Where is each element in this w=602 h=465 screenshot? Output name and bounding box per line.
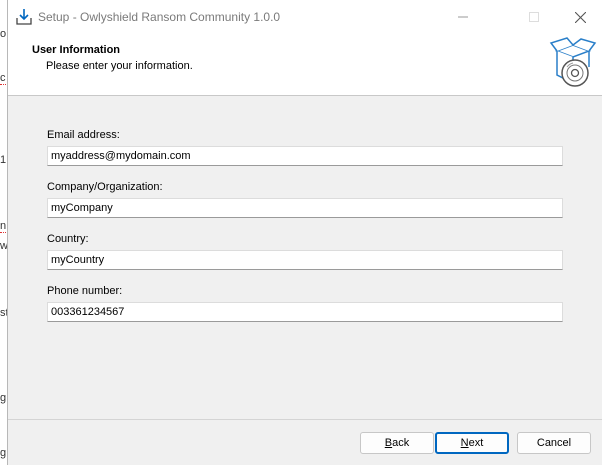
install-box-disc-icon bbox=[549, 37, 597, 87]
cancel-button[interactable]: Cancel bbox=[517, 432, 591, 454]
close-icon bbox=[574, 11, 586, 23]
wizard-header: User Information Please enter your infor… bbox=[8, 34, 602, 96]
cancel-button-label: Cancel bbox=[536, 437, 572, 449]
country-field[interactable] bbox=[47, 250, 563, 270]
minimize-button[interactable] bbox=[440, 0, 486, 34]
email-field[interactable] bbox=[47, 146, 563, 166]
footer-divider bbox=[8, 419, 602, 420]
next-button-label: Next bbox=[460, 437, 484, 449]
background-text-fragment: 1 bbox=[0, 154, 7, 166]
background-text-fragment: n bbox=[0, 220, 7, 233]
background-text-fragment: g bbox=[0, 392, 7, 404]
window-title: Setup - Owlyshield Ransom Community 1.0.… bbox=[38, 10, 281, 24]
phone-field[interactable] bbox=[47, 302, 563, 322]
page-subtitle: Please enter your information. bbox=[46, 60, 193, 72]
setup-download-icon bbox=[16, 9, 32, 25]
minimize-icon bbox=[458, 16, 468, 18]
company-field[interactable] bbox=[47, 198, 563, 218]
maximize-button[interactable] bbox=[511, 0, 557, 34]
title-bar[interactable]: Setup - Owlyshield Ransom Community 1.0.… bbox=[8, 0, 602, 34]
next-button[interactable]: Next bbox=[435, 432, 509, 454]
back-button[interactable]: Back bbox=[360, 432, 434, 454]
maximize-icon bbox=[529, 12, 539, 22]
country-label: Country: bbox=[47, 233, 89, 245]
close-button[interactable] bbox=[557, 0, 602, 34]
background-text-fragment: c bbox=[0, 72, 6, 85]
back-button-label: Back bbox=[384, 437, 410, 449]
wizard-content: Email address: Company/Organization: Cou… bbox=[8, 96, 602, 421]
background-text-fragment: o bbox=[0, 28, 7, 40]
phone-label: Phone number: bbox=[47, 285, 123, 297]
background-text-fragment: g bbox=[0, 447, 7, 459]
setup-window: Setup - Owlyshield Ransom Community 1.0.… bbox=[7, 0, 602, 465]
company-label: Company/Organization: bbox=[47, 181, 163, 193]
email-label: Email address: bbox=[47, 129, 120, 141]
page-title: User Information bbox=[32, 44, 121, 56]
